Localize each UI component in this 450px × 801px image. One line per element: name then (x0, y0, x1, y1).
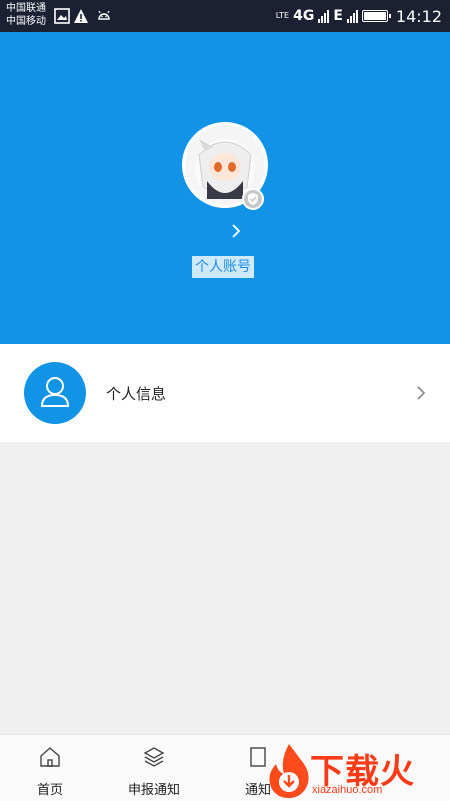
content-area (0, 442, 450, 734)
warning-icon (74, 9, 88, 23)
network-e-label: E (333, 8, 343, 24)
home-icon (40, 747, 60, 767)
personal-info-row[interactable]: 个人信息 (0, 344, 450, 442)
flame-download-icon (269, 744, 309, 798)
battery-icon (361, 10, 391, 22)
clock: 14:12 (395, 6, 442, 26)
chevron-right-icon[interactable] (230, 223, 242, 239)
account-label[interactable]: 个人账号 (192, 256, 254, 278)
chevron-right-icon (417, 386, 426, 400)
android-icon (98, 10, 110, 20)
person-icon (40, 377, 70, 407)
layers-icon (143, 747, 165, 767)
watermark-url: xiazaihuo.com (312, 784, 383, 796)
signal-icon-2 (346, 9, 358, 23)
tab-home-label: 首页 (36, 783, 63, 798)
lte-label: LTE (275, 11, 290, 20)
status-indicators: LTE 4G E 14:12 (276, 5, 442, 27)
image-icon (54, 8, 70, 24)
network-4g-label: 4G (293, 8, 315, 24)
person-avatar-circle (24, 362, 86, 424)
signal-icon-1 (318, 9, 330, 23)
carrier-1: 中国联通 (6, 3, 46, 14)
watermark-logo: 下载火 xiazaihuo.com (262, 742, 450, 800)
tab-notices[interactable]: 申报通知 (104, 735, 204, 801)
personal-info-label: 个人信息 (106, 385, 167, 403)
status-bar: 中国联通 中国移动 LTE 4G E 14:12 (0, 0, 450, 32)
tab-notices-label: 申报通知 (127, 783, 180, 798)
verified-badge (242, 188, 264, 210)
shield-check-icon (248, 193, 258, 205)
carrier-info: 中国联通 中国移动 (6, 2, 46, 28)
carrier-2: 中国移动 (6, 16, 46, 27)
tab-home[interactable]: 首页 (0, 735, 100, 801)
profile-header: 个人账号 (0, 32, 450, 344)
